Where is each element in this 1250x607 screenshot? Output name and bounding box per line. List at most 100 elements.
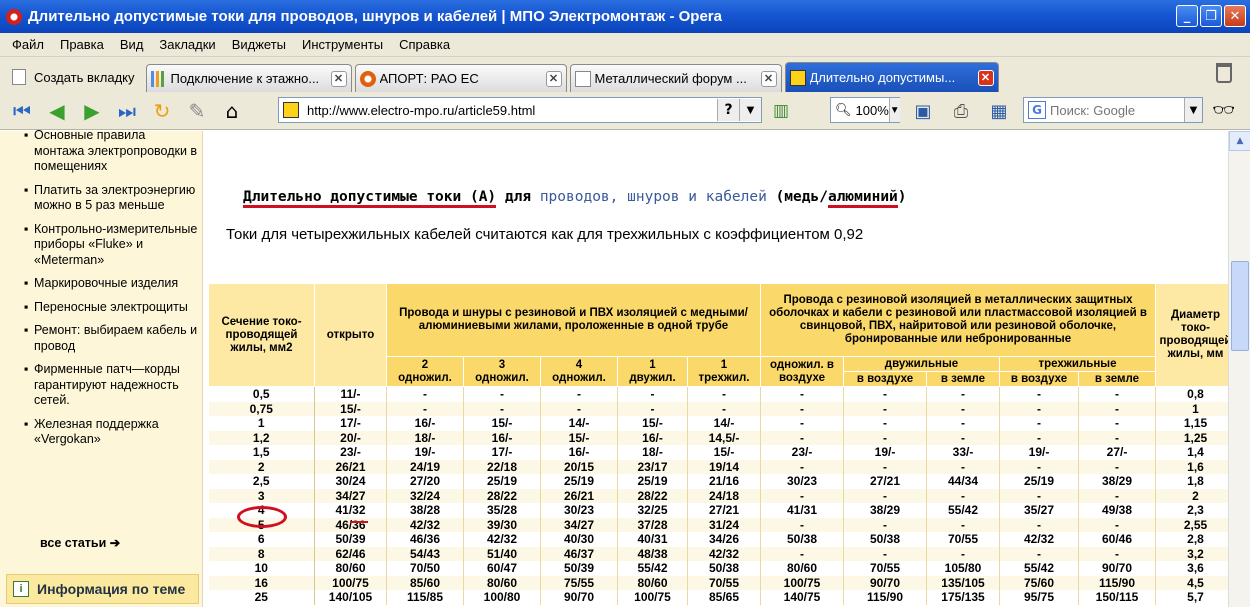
tab-close-icon[interactable]: ✕ bbox=[545, 70, 562, 87]
tab-label: АПОРТ: РАО ЕС bbox=[379, 71, 479, 86]
minimize-button[interactable]: _ bbox=[1176, 5, 1198, 27]
lightning-favicon-icon bbox=[789, 69, 806, 86]
table-cell: - bbox=[1078, 416, 1156, 431]
table-cell: 75/60 bbox=[999, 575, 1079, 590]
tab-bar: Создать вкладку Подключение к этажно... … bbox=[0, 57, 1250, 92]
table-cell: - bbox=[687, 386, 761, 402]
rewind-icon[interactable]: ⏮ bbox=[8, 97, 36, 125]
sidebar-item-patch-cords[interactable]: ▪ Фирменные патч—корды гарантируют надеж… bbox=[14, 362, 199, 409]
table-cell: 28/22 bbox=[617, 488, 688, 503]
table-cell: - bbox=[463, 401, 541, 416]
menu-tools[interactable]: Инструменты bbox=[294, 37, 391, 52]
cords-link[interactable]: шнуров bbox=[627, 189, 679, 205]
header-1-two-core: 1 двужил. bbox=[617, 356, 688, 387]
save-disk-icon[interactable]: ▣ bbox=[910, 98, 936, 124]
maximize-button[interactable]: ❐ bbox=[1200, 5, 1222, 27]
vertical-scrollbar[interactable]: ▲ bbox=[1228, 131, 1250, 607]
tab-aport[interactable]: АПОРТ: РАО ЕС ✕ bbox=[354, 64, 567, 92]
row-section: 1 bbox=[208, 416, 315, 431]
aport-favicon-icon bbox=[359, 70, 376, 87]
table-cell: - bbox=[843, 401, 927, 416]
tab-close-icon[interactable]: ✕ bbox=[760, 70, 777, 87]
table-cell: 30/24 bbox=[314, 474, 387, 489]
site-favicon-icon bbox=[283, 102, 299, 118]
row-section: 6 bbox=[208, 532, 315, 547]
close-window-button[interactable]: ✕ bbox=[1224, 5, 1246, 27]
table-row: 0,75 15/- - - - - - - - - - -1 bbox=[208, 401, 1236, 416]
tab-currents-active[interactable]: Длительно допустимы... ✕ bbox=[784, 62, 999, 92]
sidebar: ▪ Основные правила монтажа электропровод… bbox=[0, 128, 203, 607]
forward-icon[interactable]: ▶ bbox=[78, 97, 106, 125]
reload-icon[interactable]: ↻ bbox=[148, 97, 176, 125]
table-cell: - bbox=[1078, 488, 1156, 503]
header-group-sheathed: Провода с резиновой изоляцией в металлич… bbox=[760, 283, 1156, 357]
zoom-dropdown-icon[interactable]: ▼ bbox=[888, 98, 900, 122]
table-cell: 11/- bbox=[314, 386, 387, 402]
menu-file[interactable]: Файл bbox=[4, 37, 52, 52]
tab-metal-forum[interactable]: Металлический форум ... ✕ bbox=[569, 64, 782, 92]
glasses-icon[interactable]: 👓︎ bbox=[1212, 100, 1235, 121]
site-info-button[interactable]: ? bbox=[717, 99, 739, 121]
all-articles-link[interactable]: все статьи ➔ bbox=[40, 535, 120, 550]
related-info-header[interactable]: i Информация по теме bbox=[6, 574, 199, 604]
table-cell: - bbox=[1078, 517, 1156, 532]
table-row: 25 140/105 115/85 100/80 90/70 100/75 85/65 140… bbox=[208, 590, 1236, 605]
table-cell: - bbox=[760, 430, 844, 445]
tab-close-icon[interactable]: ✕ bbox=[977, 69, 994, 86]
zoom-control[interactable]: 🔍︎ 100% ▼ bbox=[830, 97, 900, 123]
tab-close-icon[interactable]: ✕ bbox=[330, 70, 347, 87]
search-input[interactable] bbox=[1050, 102, 1178, 118]
table-cell: 35/27 bbox=[999, 503, 1079, 518]
toolbar-icons-right: ▣ ⎙ ▦ bbox=[910, 98, 1012, 124]
bullet-icon: ▪ bbox=[24, 182, 29, 197]
row-diameter: 1,8 bbox=[1155, 474, 1236, 489]
sidebar-item-electricity-pay[interactable]: ▪ Платить за электроэнергию можно в 5 ра… bbox=[14, 183, 199, 214]
cables-link[interactable]: кабелей bbox=[706, 189, 767, 205]
url-text[interactable]: http://www.electro-mpo.ru/article59.html bbox=[307, 103, 717, 118]
table-cell: 16/- bbox=[540, 445, 618, 460]
sidebar-item-portable-panels[interactable]: ▪ Переносные электрощиты bbox=[14, 300, 199, 316]
wires-link[interactable]: проводов, bbox=[540, 189, 619, 205]
table-cell: 15/- bbox=[540, 430, 618, 445]
menu-bookmarks[interactable]: Закладки bbox=[151, 37, 223, 52]
edit-pen-icon[interactable]: ✎ bbox=[183, 97, 211, 125]
row-section: 25 bbox=[208, 590, 315, 605]
header-three-air: в воздухе bbox=[999, 371, 1079, 387]
address-bar[interactable]: http://www.electro-mpo.ru/article59.html… bbox=[278, 97, 762, 123]
sidebar-item-vergokan[interactable]: ▪ Железная поддержка «Vergokan» bbox=[14, 417, 199, 448]
menu-edit[interactable]: Правка bbox=[52, 37, 112, 52]
menu-widgets[interactable]: Виджеты bbox=[224, 37, 294, 52]
sidebar-item-marking[interactable]: ▪ Маркировочные изделия bbox=[14, 276, 199, 292]
row-diameter: 1 bbox=[1155, 401, 1236, 416]
table-cell: 25/19 bbox=[999, 474, 1079, 489]
network-icon[interactable]: ▦ bbox=[986, 98, 1012, 124]
table-cell: 55/42 bbox=[999, 561, 1079, 576]
home-icon[interactable]: ⌂ bbox=[218, 97, 246, 125]
search-box[interactable]: G ▼ bbox=[1023, 97, 1203, 123]
trash-icon[interactable] bbox=[1216, 63, 1232, 83]
scroll-thumb[interactable] bbox=[1231, 261, 1249, 351]
menu-help[interactable]: Справка bbox=[391, 37, 458, 52]
search-engine-dropdown-icon[interactable]: ▼ bbox=[1184, 98, 1202, 122]
printer-icon[interactable]: ⎙ bbox=[948, 98, 974, 124]
tab-connection[interactable]: Подключение к этажно... ✕ bbox=[145, 64, 352, 92]
bar-chart-icon[interactable]: ▥ bbox=[770, 100, 792, 122]
sidebar-item-wiring-rules[interactable]: ▪ Основные правила монтажа электропровод… bbox=[14, 128, 199, 175]
sidebar-item-repair-cable[interactable]: ▪ Ремонт: выбираем кабель и провод bbox=[14, 323, 199, 354]
fast-forward-icon[interactable]: ⏭ bbox=[113, 97, 141, 125]
sidebar-item-fluke-meterman[interactable]: ▪ Контрольно-измерительные приборы «Fluk… bbox=[14, 222, 199, 269]
table-cell: - bbox=[760, 459, 844, 474]
row-diameter: 0,8 bbox=[1155, 386, 1236, 402]
table-cell: 26/21 bbox=[314, 459, 387, 474]
menu-bar: Файл Правка Вид Закладки Виджеты Инструм… bbox=[0, 33, 1250, 57]
table-cell: - bbox=[999, 459, 1079, 474]
header-txt: одножил. bbox=[552, 371, 606, 384]
back-icon[interactable]: ◀ bbox=[43, 97, 71, 125]
address-dropdown-icon[interactable]: ▼ bbox=[739, 99, 761, 121]
table-cell: 17/- bbox=[314, 416, 387, 431]
menu-view[interactable]: Вид bbox=[112, 37, 152, 52]
table-cell: 85/65 bbox=[687, 590, 761, 605]
new-tab-button[interactable]: Создать вкладку bbox=[4, 62, 143, 92]
scroll-up-icon[interactable]: ▲ bbox=[1229, 131, 1250, 151]
opera-logo-icon bbox=[6, 8, 22, 25]
